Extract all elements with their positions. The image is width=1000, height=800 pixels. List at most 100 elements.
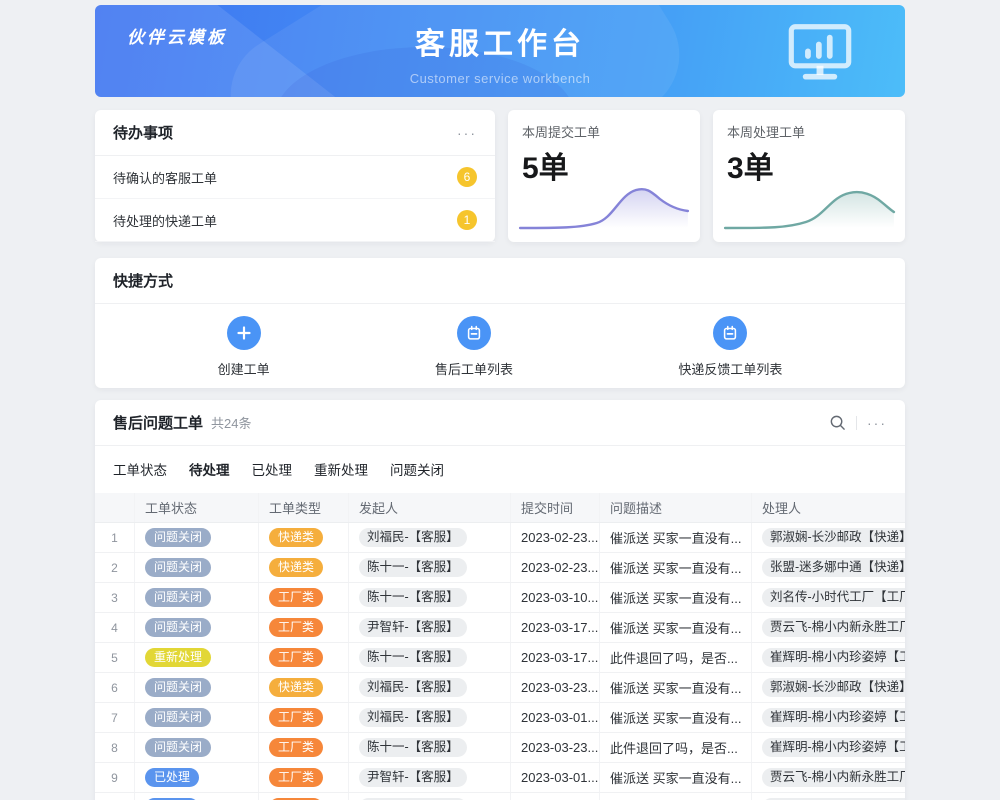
- status-badge: 问题关闭: [145, 588, 211, 607]
- table-row[interactable]: 5 重新处理 工厂类 陈十一-【客服】 2023-03-17... 此件退回了吗…: [95, 643, 905, 673]
- todo-item-label: 待确认的客服工单: [113, 168, 217, 187]
- handler-tag: 贾云飞-棉小内新永胜工厂: [762, 618, 905, 637]
- shortcuts-card: 快捷方式 创建工单 售后工单列表 快递反馈工单列表: [95, 258, 905, 388]
- more-icon[interactable]: ···: [867, 415, 887, 431]
- creator-tag: 陈十一-【客服】: [359, 648, 467, 667]
- shortcut-express-list[interactable]: 快递反馈工单列表: [678, 316, 782, 378]
- submit-time: 2023-02-23...: [521, 530, 598, 545]
- problem-desc: 催派送 买家一直没有...: [610, 588, 741, 607]
- table-row[interactable]: 9 已处理 工厂类 尹智轩-【客服】 2023-03-01... 催派送 买家一…: [95, 763, 905, 793]
- type-badge: 工厂类: [269, 618, 323, 637]
- calendar-icon: [457, 316, 491, 350]
- table-row[interactable]: 2 问题关闭 快递类 陈十一-【客服】 2023-02-23... 催派送 买家…: [95, 553, 905, 583]
- submit-time: 2023-03-23...: [521, 740, 598, 755]
- row-index: 8: [111, 741, 118, 755]
- page: 伙伴云模板 客服工作台 Customer service workbench 待…: [95, 5, 905, 800]
- table-row[interactable]: 1 问题关闭 快递类 刘福民-【客服】 2023-02-23... 催派送 买家…: [95, 523, 905, 553]
- row-index: 3: [111, 591, 118, 605]
- column-header: 工单状态: [135, 493, 259, 522]
- status-badge: 问题关闭: [145, 738, 211, 757]
- row-index: 4: [111, 621, 118, 635]
- table-row[interactable]: 3 问题关闭 工厂类 陈十一-【客服】 2023-03-10... 催派送 买家…: [95, 583, 905, 613]
- filter-option-1[interactable]: 待处理: [189, 459, 230, 479]
- table-row[interactable]: 10 已处理 工厂类 陈十一-【客服】 2023-03-09... 催派送 买家…: [95, 793, 905, 800]
- submit-time: 2023-02-23...: [521, 560, 598, 575]
- count-badge: 1: [457, 210, 477, 230]
- creator-tag: 陈十一-【客服】: [359, 558, 467, 577]
- worksheet-card: 售后问题工单 共24条 ··· 工单状态 待处理已处理重新处理问题关闭 工单状态…: [95, 400, 905, 800]
- submit-time: 2023-03-01...: [521, 710, 598, 725]
- table-row[interactable]: 6 问题关闭 快递类 刘福民-【客服】 2023-03-23... 催派送 买家…: [95, 673, 905, 703]
- count-badge: 6: [457, 167, 477, 187]
- status-badge: 已处理: [145, 768, 199, 787]
- search-icon[interactable]: [829, 414, 846, 431]
- stat-card-processed: 本周处理工单 3单: [713, 110, 905, 242]
- type-badge: 快递类: [269, 558, 323, 577]
- status-filter-bar: 工单状态 待处理已处理重新处理问题关闭: [95, 446, 905, 493]
- table-row[interactable]: 4 问题关闭 工厂类 尹智轩-【客服】 2023-03-17... 催派送 买家…: [95, 613, 905, 643]
- type-badge: 快递类: [269, 678, 323, 697]
- todo-item[interactable]: 待确认的客服工单 6: [95, 156, 495, 199]
- problem-desc: 催派送 买家一直没有...: [610, 768, 741, 787]
- table-row[interactable]: 7 问题关闭 工厂类 刘福民-【客服】 2023-03-01... 催派送 买家…: [95, 703, 905, 733]
- filter-option-2[interactable]: 已处理: [252, 459, 293, 479]
- row-index: 9: [111, 771, 118, 785]
- problem-desc: 此件退回了吗，是否...: [610, 738, 738, 757]
- todo-item-label: 待处理的快递工单: [113, 211, 217, 230]
- stat-label: 本周提交工单: [522, 122, 686, 141]
- shortcut-list: 创建工单 售后工单列表 快递反馈工单列表: [95, 304, 905, 378]
- creator-tag: 尹智轩-【客服】: [359, 618, 467, 637]
- column-header: 处理人: [752, 493, 905, 522]
- todo-item[interactable]: 待处理的快递工单 1: [95, 199, 495, 242]
- shortcut-create-ticket[interactable]: 创建工单: [218, 316, 270, 378]
- row-index: 5: [111, 651, 118, 665]
- submit-time: 2023-03-10...: [521, 590, 598, 605]
- monitor-chart-icon: [783, 21, 857, 83]
- filter-options: 待处理 已处理 重新处理 问题关闭: [189, 459, 444, 479]
- more-icon[interactable]: ···: [457, 125, 477, 141]
- shortcut-label: 创建工单: [218, 359, 270, 378]
- column-header-index: [95, 493, 135, 522]
- row-index: 1: [111, 531, 118, 545]
- creator-tag: 刘福民-【客服】: [359, 708, 467, 727]
- sparkline-chart: [721, 178, 897, 236]
- submit-time: 2023-03-23...: [521, 680, 598, 695]
- plus-icon: [227, 316, 261, 350]
- handler-tag: 郭淑娴-长沙邮政【快递】: [762, 528, 905, 547]
- shortcut-label: 售后工单列表: [435, 359, 513, 378]
- filter-option-3[interactable]: 重新处理: [314, 459, 368, 479]
- shortcuts-title: 快捷方式: [113, 270, 173, 291]
- column-header: 工单类型: [259, 493, 349, 522]
- table-row[interactable]: 8 问题关闭 工厂类 陈十一-【客服】 2023-03-23... 此件退回了吗…: [95, 733, 905, 763]
- worksheet-title: 售后问题工单: [113, 412, 203, 433]
- problem-desc: 此件退回了吗，是否...: [610, 648, 738, 667]
- todo-title: 待办事项: [113, 122, 173, 143]
- row-index: 6: [111, 681, 118, 695]
- status-badge: 问题关闭: [145, 618, 211, 637]
- status-badge: 问题关闭: [145, 708, 211, 727]
- problem-desc: 催派送 买家一直没有...: [610, 558, 741, 577]
- shortcut-label: 快递反馈工单列表: [678, 359, 782, 378]
- sparkline-chart: [516, 178, 692, 236]
- table-body: 1 问题关闭 快递类 刘福民-【客服】 2023-02-23... 催派送 买家…: [95, 523, 905, 800]
- type-badge: 工厂类: [269, 648, 323, 667]
- type-badge: 工厂类: [269, 768, 323, 787]
- type-badge: 快递类: [269, 528, 323, 547]
- filter-option-4[interactable]: 问题关闭: [390, 459, 444, 479]
- handler-tag: 刘名传-小时代工厂【工厂: [762, 588, 905, 607]
- shortcut-aftersale-list[interactable]: 售后工单列表: [435, 316, 513, 378]
- todo-list: 待确认的客服工单 6待处理的快递工单 1: [95, 156, 495, 242]
- status-badge: 重新处理: [145, 648, 211, 667]
- handler-tag: 崔辉明-棉小内珍姿婷【工: [762, 738, 905, 757]
- stat-label: 本周处理工单: [727, 122, 891, 141]
- row-index: 2: [111, 561, 118, 575]
- problem-desc: 催派送 买家一直没有...: [610, 708, 741, 727]
- table-header-row: 工单状态工单类型发起人提交时间问题描述处理人: [95, 493, 905, 523]
- status-badge: 问题关闭: [145, 528, 211, 547]
- creator-tag: 刘福民-【客服】: [359, 678, 467, 697]
- status-badge: 问题关闭: [145, 558, 211, 577]
- record-count: 共24条: [211, 413, 251, 432]
- type-badge: 工厂类: [269, 708, 323, 727]
- problem-desc: 催派送 买家一直没有...: [610, 528, 741, 547]
- column-header: 发起人: [349, 493, 511, 522]
